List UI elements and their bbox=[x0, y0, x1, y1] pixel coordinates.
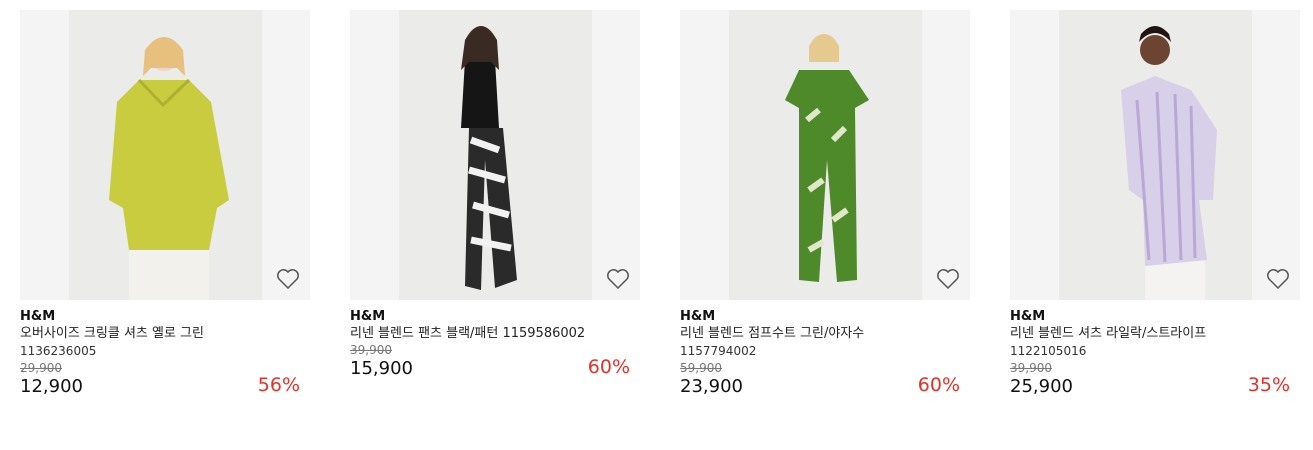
product-grid: H&M 오버사이즈 크링클 셔츠 옐로 그린 1136236005 29,900… bbox=[0, 0, 1313, 450]
product-image[interactable] bbox=[680, 10, 970, 300]
discount-badge: 60% bbox=[917, 374, 960, 396]
product-name[interactable]: 리넨 블렌드 셔츠 라일락/스트라이프 bbox=[1010, 325, 1300, 343]
discount-badge: 56% bbox=[257, 374, 300, 396]
product-brand: H&M bbox=[680, 309, 716, 324]
product-card[interactable]: H&M 리넨 블렌드 점프수트 그린/야자수 1157794002 59,900… bbox=[680, 10, 970, 400]
heart-outline-icon[interactable] bbox=[1266, 268, 1290, 290]
product-code: 1157794002 bbox=[680, 344, 757, 358]
price-block: 59,900 23,900 60% bbox=[680, 360, 970, 400]
product-brand: H&M bbox=[1010, 309, 1046, 324]
heart-outline-icon[interactable] bbox=[606, 268, 630, 290]
discount-badge: 60% bbox=[587, 356, 630, 378]
product-photo bbox=[399, 10, 592, 300]
product-card[interactable]: H&M 리넨 블렌드 셔츠 라일락/스트라이프 1122105016 39,90… bbox=[1010, 10, 1300, 400]
product-photo bbox=[1059, 10, 1252, 300]
product-code: 1122105016 bbox=[1010, 344, 1087, 358]
product-brand: H&M bbox=[350, 309, 386, 324]
product-code: 1136236005 bbox=[20, 344, 97, 358]
product-photo bbox=[729, 10, 922, 300]
product-image[interactable] bbox=[350, 10, 640, 300]
product-image[interactable] bbox=[1010, 10, 1300, 300]
heart-outline-icon[interactable] bbox=[936, 268, 960, 290]
product-image[interactable] bbox=[20, 10, 310, 300]
price-block: 29,900 12,900 56% bbox=[20, 360, 310, 400]
product-name[interactable]: 리넨 블렌드 팬츠 블랙/패턴 1159586002 bbox=[350, 325, 640, 343]
heart-outline-icon[interactable] bbox=[276, 268, 300, 290]
discount-badge: 35% bbox=[1247, 374, 1290, 396]
product-card[interactable]: H&M 오버사이즈 크링클 셔츠 옐로 그린 1136236005 29,900… bbox=[20, 10, 310, 400]
product-name[interactable]: 오버사이즈 크링클 셔츠 옐로 그린 bbox=[20, 325, 310, 343]
price-block: 39,900 25,900 35% bbox=[1010, 360, 1300, 400]
product-card[interactable]: H&M 리넨 블렌드 팬츠 블랙/패턴 1159586002 39,900 15… bbox=[350, 10, 640, 382]
product-photo bbox=[69, 10, 262, 300]
product-brand: H&M bbox=[20, 309, 56, 324]
price-block: 39,900 15,900 60% bbox=[350, 342, 640, 382]
product-name[interactable]: 리넨 블렌드 점프수트 그린/야자수 bbox=[680, 325, 970, 343]
